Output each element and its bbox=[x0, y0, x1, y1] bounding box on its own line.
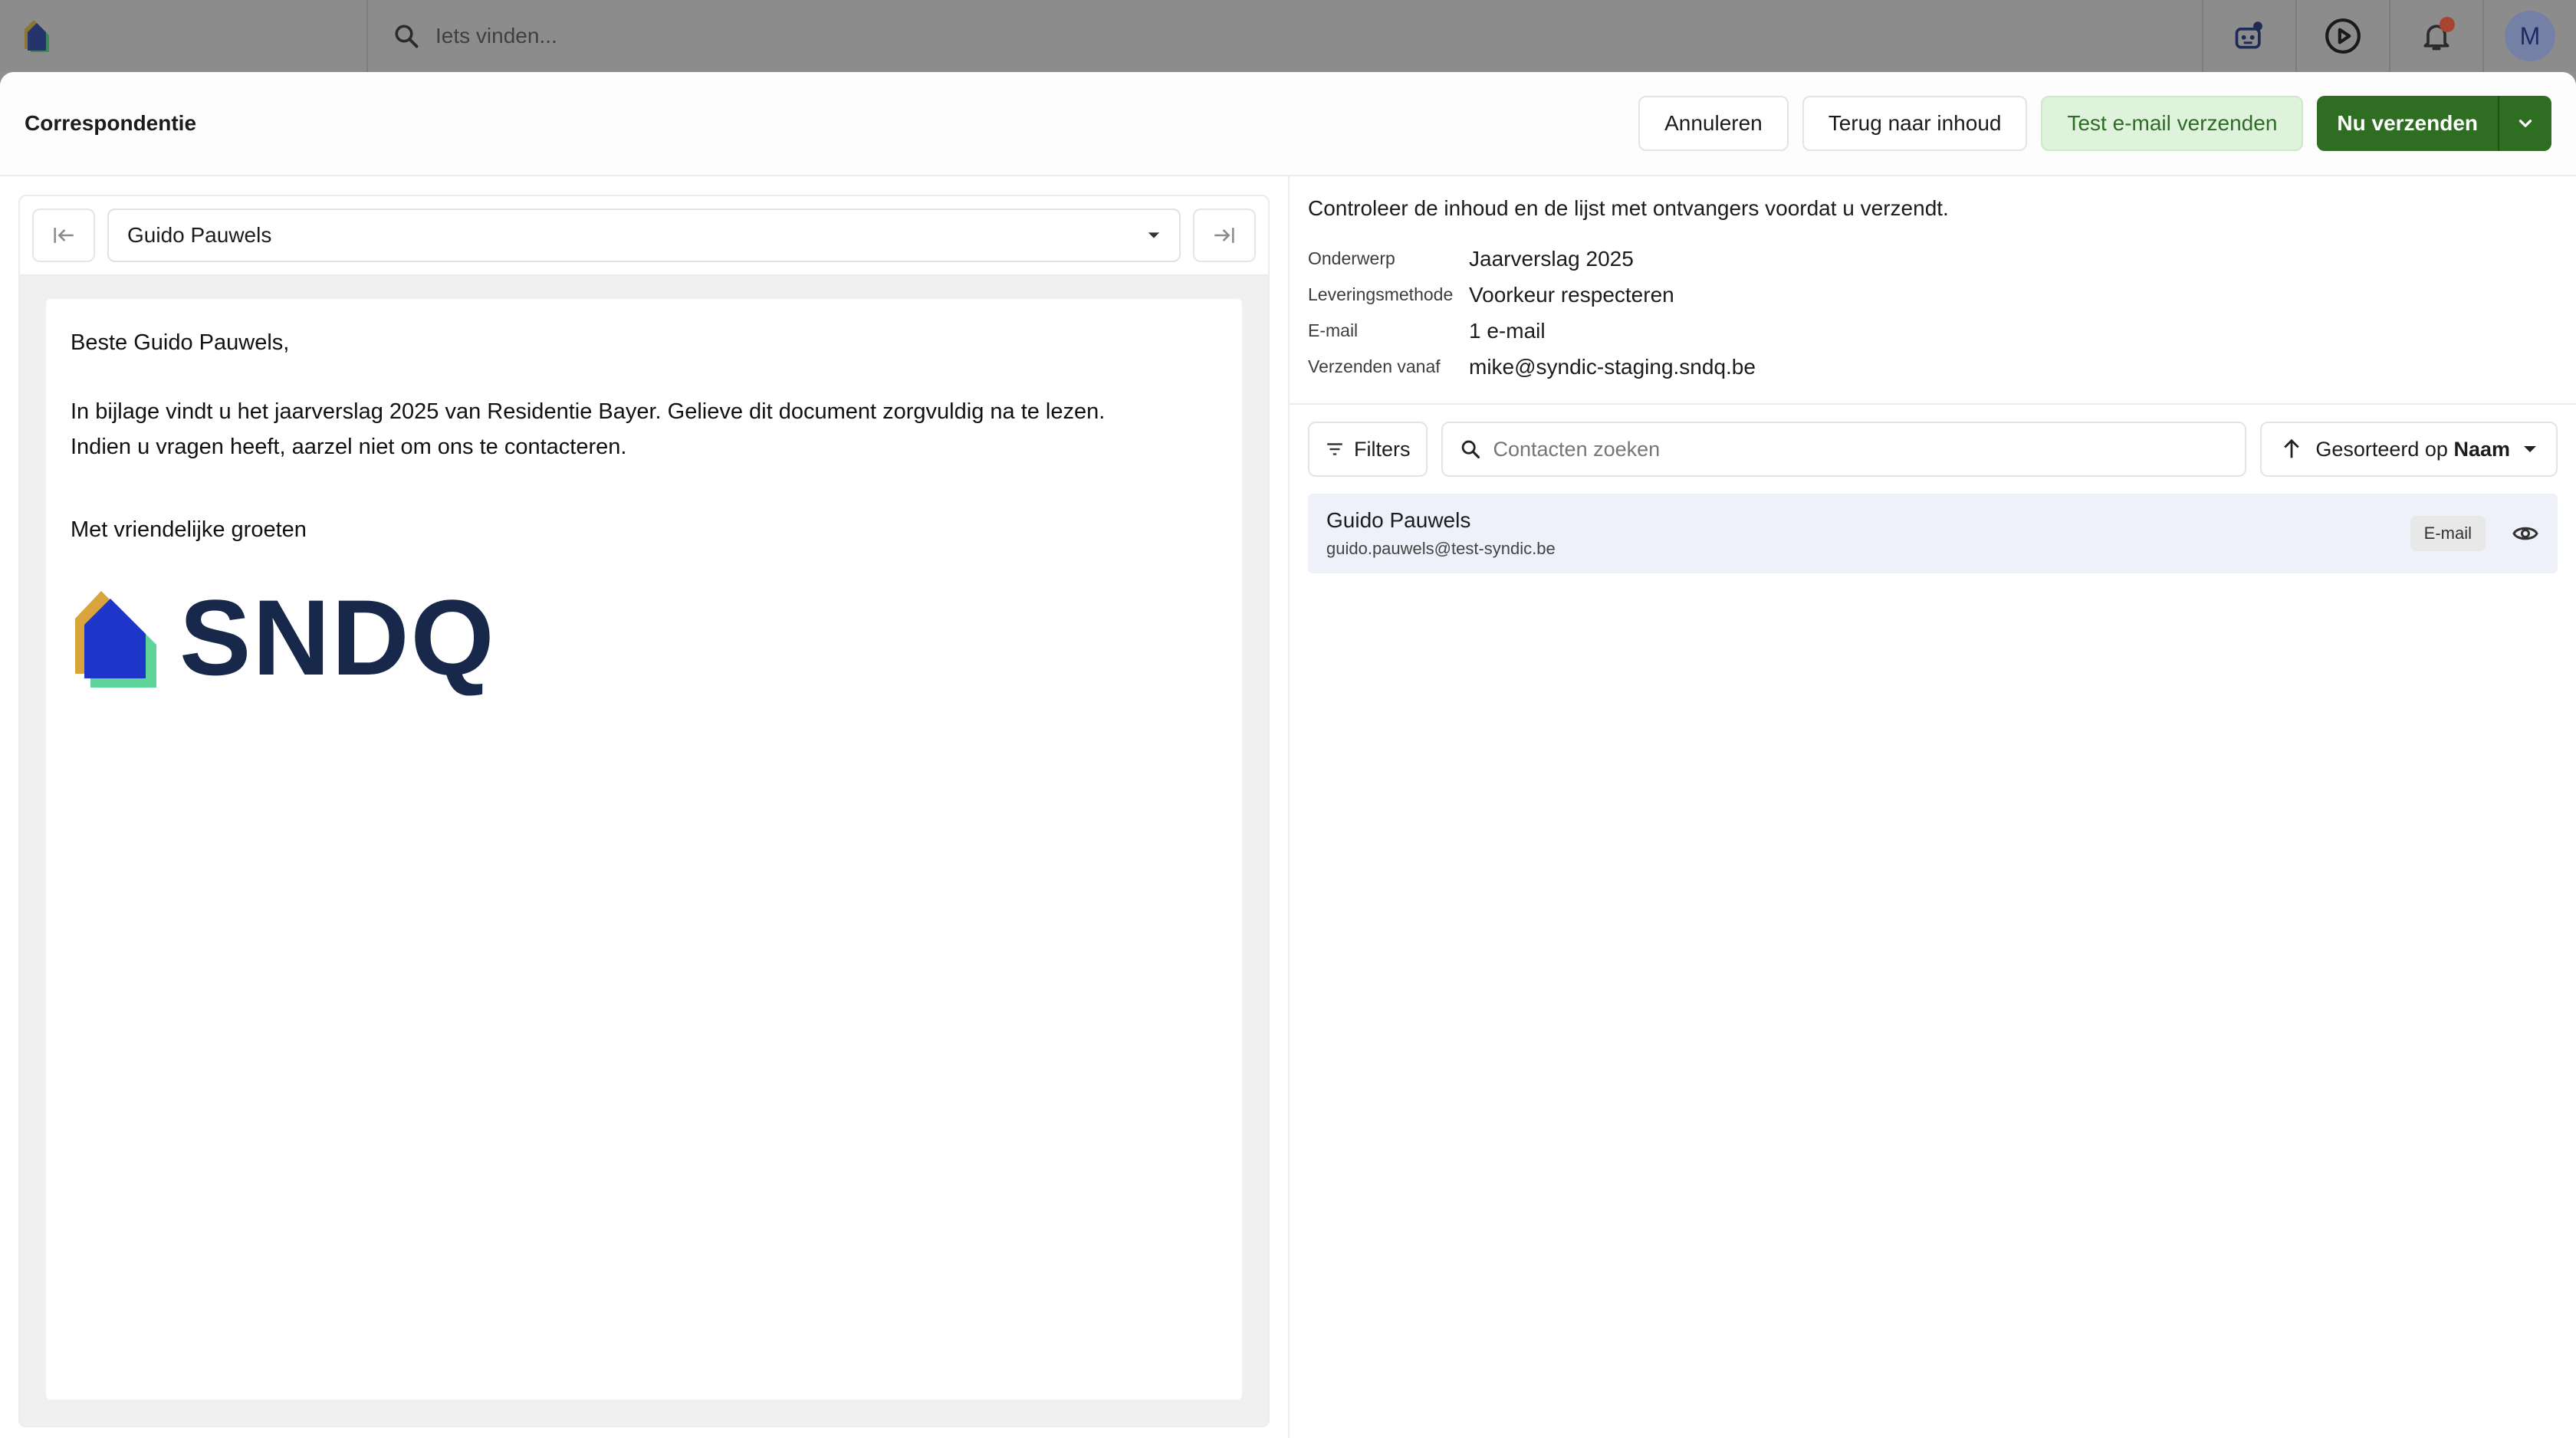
list-item[interactable]: Guido Pauwels guido.pauwels@test-syndic.… bbox=[1308, 494, 2558, 573]
summary-key: E-mail bbox=[1308, 320, 1359, 340]
send-summary: Controleer de inhoud en de lijst met ont… bbox=[1290, 176, 2576, 405]
summary-row-subject: Onderwerp Jaarverslag 2025 bbox=[1308, 241, 2558, 277]
notification-badge bbox=[2440, 17, 2455, 32]
delivery-method-badge: E-mail bbox=[2410, 516, 2486, 551]
global-search[interactable]: Iets vinden... bbox=[368, 0, 2202, 72]
recipient-select-value: Guido Pauwels bbox=[127, 223, 272, 247]
contact-name: Guido Pauwels bbox=[1326, 508, 1471, 532]
preview-frame: Guido Pauwels Beste Guido Pauwels, In bi… bbox=[18, 195, 1270, 1427]
sort-label: Gesorteerd op Naam bbox=[2315, 438, 2510, 461]
send-options-button[interactable] bbox=[2498, 96, 2551, 151]
summary-value: mike@syndic-staging.sndq.be bbox=[1469, 354, 1756, 379]
sndq-logo-text: SNDQ bbox=[179, 577, 496, 698]
summary-key: Onderwerp bbox=[1308, 248, 1395, 268]
sort-button[interactable]: Gesorteerd op Naam bbox=[2260, 422, 2558, 477]
caret-down-icon bbox=[1148, 232, 1160, 238]
email-body-line-1: In bijlage vindt u het jaarverslag 2025 … bbox=[71, 399, 1106, 424]
summary-pane: Controleer de inhoud en de lijst met ont… bbox=[1290, 176, 2576, 1438]
recipients-toolbar: Filters Contacten zoeken Gesorteerd op N… bbox=[1290, 405, 2576, 477]
modal-title: Correspondentie bbox=[25, 111, 197, 135]
assistant-button[interactable] bbox=[2202, 0, 2295, 72]
cancel-button[interactable]: Annuleren bbox=[1638, 96, 1789, 151]
app-logo-icon[interactable] bbox=[21, 18, 55, 54]
global-search-input[interactable]: Iets vinden... bbox=[435, 24, 557, 48]
notifications-button[interactable] bbox=[2389, 0, 2482, 72]
correspondence-modal: Correspondentie Annuleren Terug naar inh… bbox=[0, 72, 2576, 1438]
header-actions: Annuleren Terug naar inhoud Test e-mail … bbox=[1638, 96, 2551, 151]
summary-key: Leveringsmethode bbox=[1308, 284, 1454, 304]
last-recipient-button[interactable] bbox=[1193, 208, 1256, 262]
filters-button[interactable]: Filters bbox=[1308, 422, 1428, 477]
bot-icon bbox=[2235, 21, 2262, 49]
preview-pane: Guido Pauwels Beste Guido Pauwels, In bi… bbox=[0, 176, 1290, 1438]
summary-intro: Controleer de inhoud en de lijst met ont… bbox=[1308, 196, 1949, 220]
preview-toolbar: Guido Pauwels bbox=[20, 196, 1268, 276]
play-tutorial-button[interactable] bbox=[2295, 0, 2389, 72]
modal-header: Correspondentie Annuleren Terug naar inh… bbox=[0, 72, 2576, 176]
chevron-down-icon bbox=[2518, 120, 2532, 127]
summary-row-sender: Verzenden vanaf mike@syndic-staging.sndq… bbox=[1308, 349, 2558, 385]
summary-row-email: E-mail 1 e-mail bbox=[1308, 313, 2558, 349]
sort-field: Naam bbox=[2453, 437, 2510, 461]
search-icon bbox=[1461, 440, 1480, 459]
summary-row-delivery: Leveringsmethode Voorkeur respecteren bbox=[1308, 277, 2558, 313]
filter-icon bbox=[1327, 443, 1342, 455]
avatar[interactable]: M bbox=[2505, 11, 2555, 61]
top-bar: Iets vinden... M bbox=[0, 0, 2576, 72]
send-now-group: Nu verzenden bbox=[2317, 96, 2551, 151]
email-greeting: Beste Guido Pauwels, bbox=[71, 330, 290, 355]
email-preview: Beste Guido Pauwels, In bijlage vindt u … bbox=[46, 299, 1242, 1400]
first-recipient-button[interactable] bbox=[32, 208, 95, 262]
contact-search-placeholder: Contacten zoeken bbox=[1493, 437, 1661, 461]
summary-key: Verzenden vanaf bbox=[1308, 356, 1441, 376]
contact-actions: E-mail bbox=[2410, 516, 2539, 551]
sort-prefix: Gesorteerd op bbox=[2315, 437, 2448, 461]
eye-icon[interactable] bbox=[2512, 520, 2539, 547]
contact-email: guido.pauwels@test-syndic.be bbox=[1326, 539, 1556, 558]
email-closing: Met vriendelijke groeten bbox=[71, 517, 307, 542]
user-menu-button[interactable]: M bbox=[2482, 0, 2576, 72]
summary-value: Jaarverslag 2025 bbox=[1469, 246, 1634, 271]
summary-value: 1 e-mail bbox=[1469, 318, 1546, 343]
sndq-logo: SNDQ bbox=[71, 584, 1217, 691]
arrow-up-icon bbox=[2284, 438, 2300, 458]
summary-value: Voorkeur respecteren bbox=[1469, 282, 1674, 307]
contact-search-input[interactable]: Contacten zoeken bbox=[1441, 422, 2247, 477]
send-test-email-button[interactable]: Test e-mail verzenden bbox=[2041, 96, 2304, 151]
back-to-content-button[interactable]: Terug naar inhoud bbox=[1802, 96, 2028, 151]
search-icon bbox=[395, 25, 419, 48]
modal-body: Guido Pauwels Beste Guido Pauwels, In bi… bbox=[0, 176, 2576, 1438]
send-now-button[interactable]: Nu verzenden bbox=[2317, 96, 2498, 151]
arrow-to-start-icon bbox=[54, 228, 74, 243]
filters-label: Filters bbox=[1354, 437, 1411, 461]
recipient-select[interactable]: Guido Pauwels bbox=[107, 208, 1181, 262]
contact-info: Guido Pauwels guido.pauwels@test-syndic.… bbox=[1326, 508, 1556, 559]
sndq-house-icon bbox=[75, 591, 156, 688]
caret-down-icon bbox=[2524, 446, 2536, 452]
play-circle-icon bbox=[2325, 18, 2361, 54]
app-logo-cell[interactable] bbox=[0, 0, 368, 72]
email-body-line-2: Indien u vragen heeft, aarzel niet om on… bbox=[71, 435, 627, 459]
arrow-to-end-icon bbox=[1214, 228, 1234, 243]
